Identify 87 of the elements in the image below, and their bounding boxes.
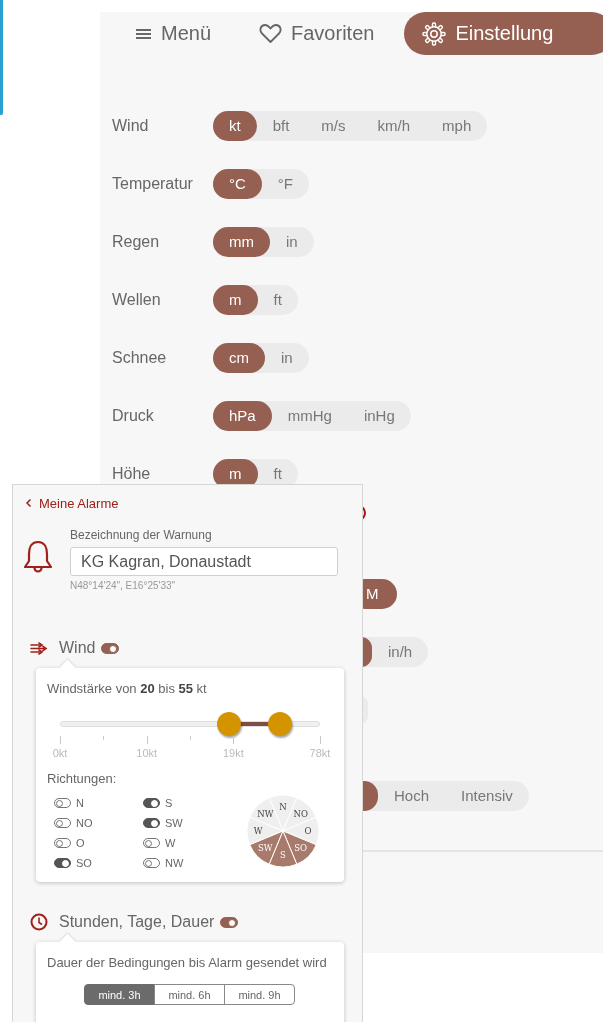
back-link[interactable]: Meine Alarme — [39, 495, 119, 511]
direction-label: NO — [76, 817, 93, 829]
compass-label: S — [280, 850, 286, 860]
direction-label: S — [165, 797, 173, 809]
toggle-switch[interactable] — [54, 838, 71, 848]
wind-icon — [30, 641, 48, 655]
unit-option[interactable]: in — [270, 227, 314, 257]
toggle-switch[interactable] — [101, 642, 120, 654]
duration-option[interactable]: mind. 3h — [84, 984, 155, 1005]
toggle-switch[interactable] — [54, 818, 71, 828]
compass-label: SO — [294, 842, 308, 853]
compass-label: NO — [293, 809, 308, 820]
compass-label: NW — [257, 809, 274, 820]
nav-tab[interactable]: Einstellung — [404, 12, 603, 55]
coordinates: N48°14'24", E16°25'33" — [70, 580, 177, 591]
tick-label: 0kt — [52, 747, 68, 759]
section-title: Wind — [59, 639, 96, 657]
setting-label: Wind — [111, 117, 150, 135]
unit-option[interactable]: °F — [261, 169, 309, 199]
name-field[interactable]: KG Kagran, Donaustadt — [70, 547, 338, 576]
unit-option[interactable]: kt — [213, 111, 257, 141]
toggle-switch[interactable] — [220, 916, 239, 928]
chevron-left-icon — [25, 498, 32, 508]
compass-label: W — [253, 826, 263, 836]
unit-option[interactable]: cm — [213, 343, 265, 373]
tick-label: 10kt — [136, 747, 158, 759]
bell-icon — [22, 539, 54, 575]
setting-label: Druck — [111, 407, 155, 425]
unit-switch[interactable]: m ft — [213, 285, 298, 315]
unit-option[interactable]: mph — [426, 111, 488, 141]
toggle-switch[interactable] — [143, 798, 160, 808]
section-title: Stunden, Tage, Dauer — [59, 913, 215, 931]
unit-option[interactable]: inHg — [347, 401, 411, 431]
unit-option[interactable]: mmHg — [271, 401, 348, 431]
compass-label: N — [279, 802, 287, 812]
unit-option[interactable]: mm — [213, 227, 270, 257]
unit-option[interactable]: hPa — [213, 401, 272, 431]
description: Dauer der Bedingungen bis Alarm gesendet wird — [47, 954, 328, 972]
range-text: Windstärke von 20 bis 55 kt — [47, 680, 208, 698]
direction-label: SW — [165, 817, 183, 829]
direction-label: W — [165, 837, 176, 849]
unit-switch[interactable]: kt bft m/s km/h mph — [213, 111, 488, 141]
unit-option[interactable]: km/h — [361, 111, 427, 141]
unit-option[interactable]: m — [213, 285, 258, 315]
field-label: Bezeichnung der Warnung — [70, 527, 213, 543]
direction-label: O — [76, 837, 85, 849]
toggle-switch[interactable] — [143, 818, 160, 828]
direction-label: NW — [165, 857, 184, 869]
unit-option[interactable]: Hoch — [378, 781, 446, 811]
nav-tab[interactable]: Favoriten — [241, 12, 393, 55]
unit-option[interactable]: in/h — [372, 637, 429, 667]
duration-option[interactable]: mind. 9h — [224, 984, 295, 1005]
nav-tab[interactable]: Menü — [117, 12, 230, 55]
compass-label: SW — [258, 842, 273, 853]
unit-switch[interactable]: cm in — [213, 343, 309, 373]
tick-label: 78kt — [309, 747, 331, 759]
tick-label: 19kt — [222, 747, 244, 759]
toggle-switch[interactable] — [143, 858, 160, 868]
direction-label: SO — [76, 857, 92, 869]
unit-option[interactable]: °C — [213, 169, 262, 199]
clock-icon — [30, 913, 48, 931]
unit-option[interactable]: m/s — [305, 111, 362, 141]
unit-switch[interactable]: °C °F — [213, 169, 309, 199]
slider-thumb[interactable] — [216, 712, 241, 736]
heart-icon — [259, 23, 283, 44]
direction-label: N — [76, 797, 84, 809]
unit-option[interactable]: Intensiv — [445, 781, 529, 811]
compass-label: O — [304, 826, 312, 836]
menu-icon — [135, 26, 152, 41]
setting-label: Höhe — [111, 465, 152, 483]
toggle-switch[interactable] — [143, 838, 160, 848]
slider-thumb[interactable] — [268, 712, 293, 736]
toggle-switch[interactable] — [54, 858, 71, 868]
setting-label: Temperatur — [111, 175, 194, 193]
setting-label: Schnee — [111, 349, 168, 367]
settings-icon — [422, 21, 447, 46]
range-slider[interactable] — [60, 712, 320, 736]
unit-switch[interactable]: mm in — [213, 227, 314, 257]
unit-option[interactable]: in — [265, 343, 309, 373]
directions-label: Richtungen: — [47, 771, 118, 786]
unit-switch[interactable]: hPa mmHg inHg — [213, 401, 411, 431]
toggle-switch[interactable] — [54, 798, 71, 808]
unit-option[interactable]: bft — [256, 111, 306, 141]
unit-option[interactable]: ft — [257, 285, 298, 315]
setting-label: Wellen — [111, 291, 162, 309]
duration-option[interactable]: mind. 6h — [154, 984, 225, 1005]
setting-label: Regen — [111, 233, 161, 251]
